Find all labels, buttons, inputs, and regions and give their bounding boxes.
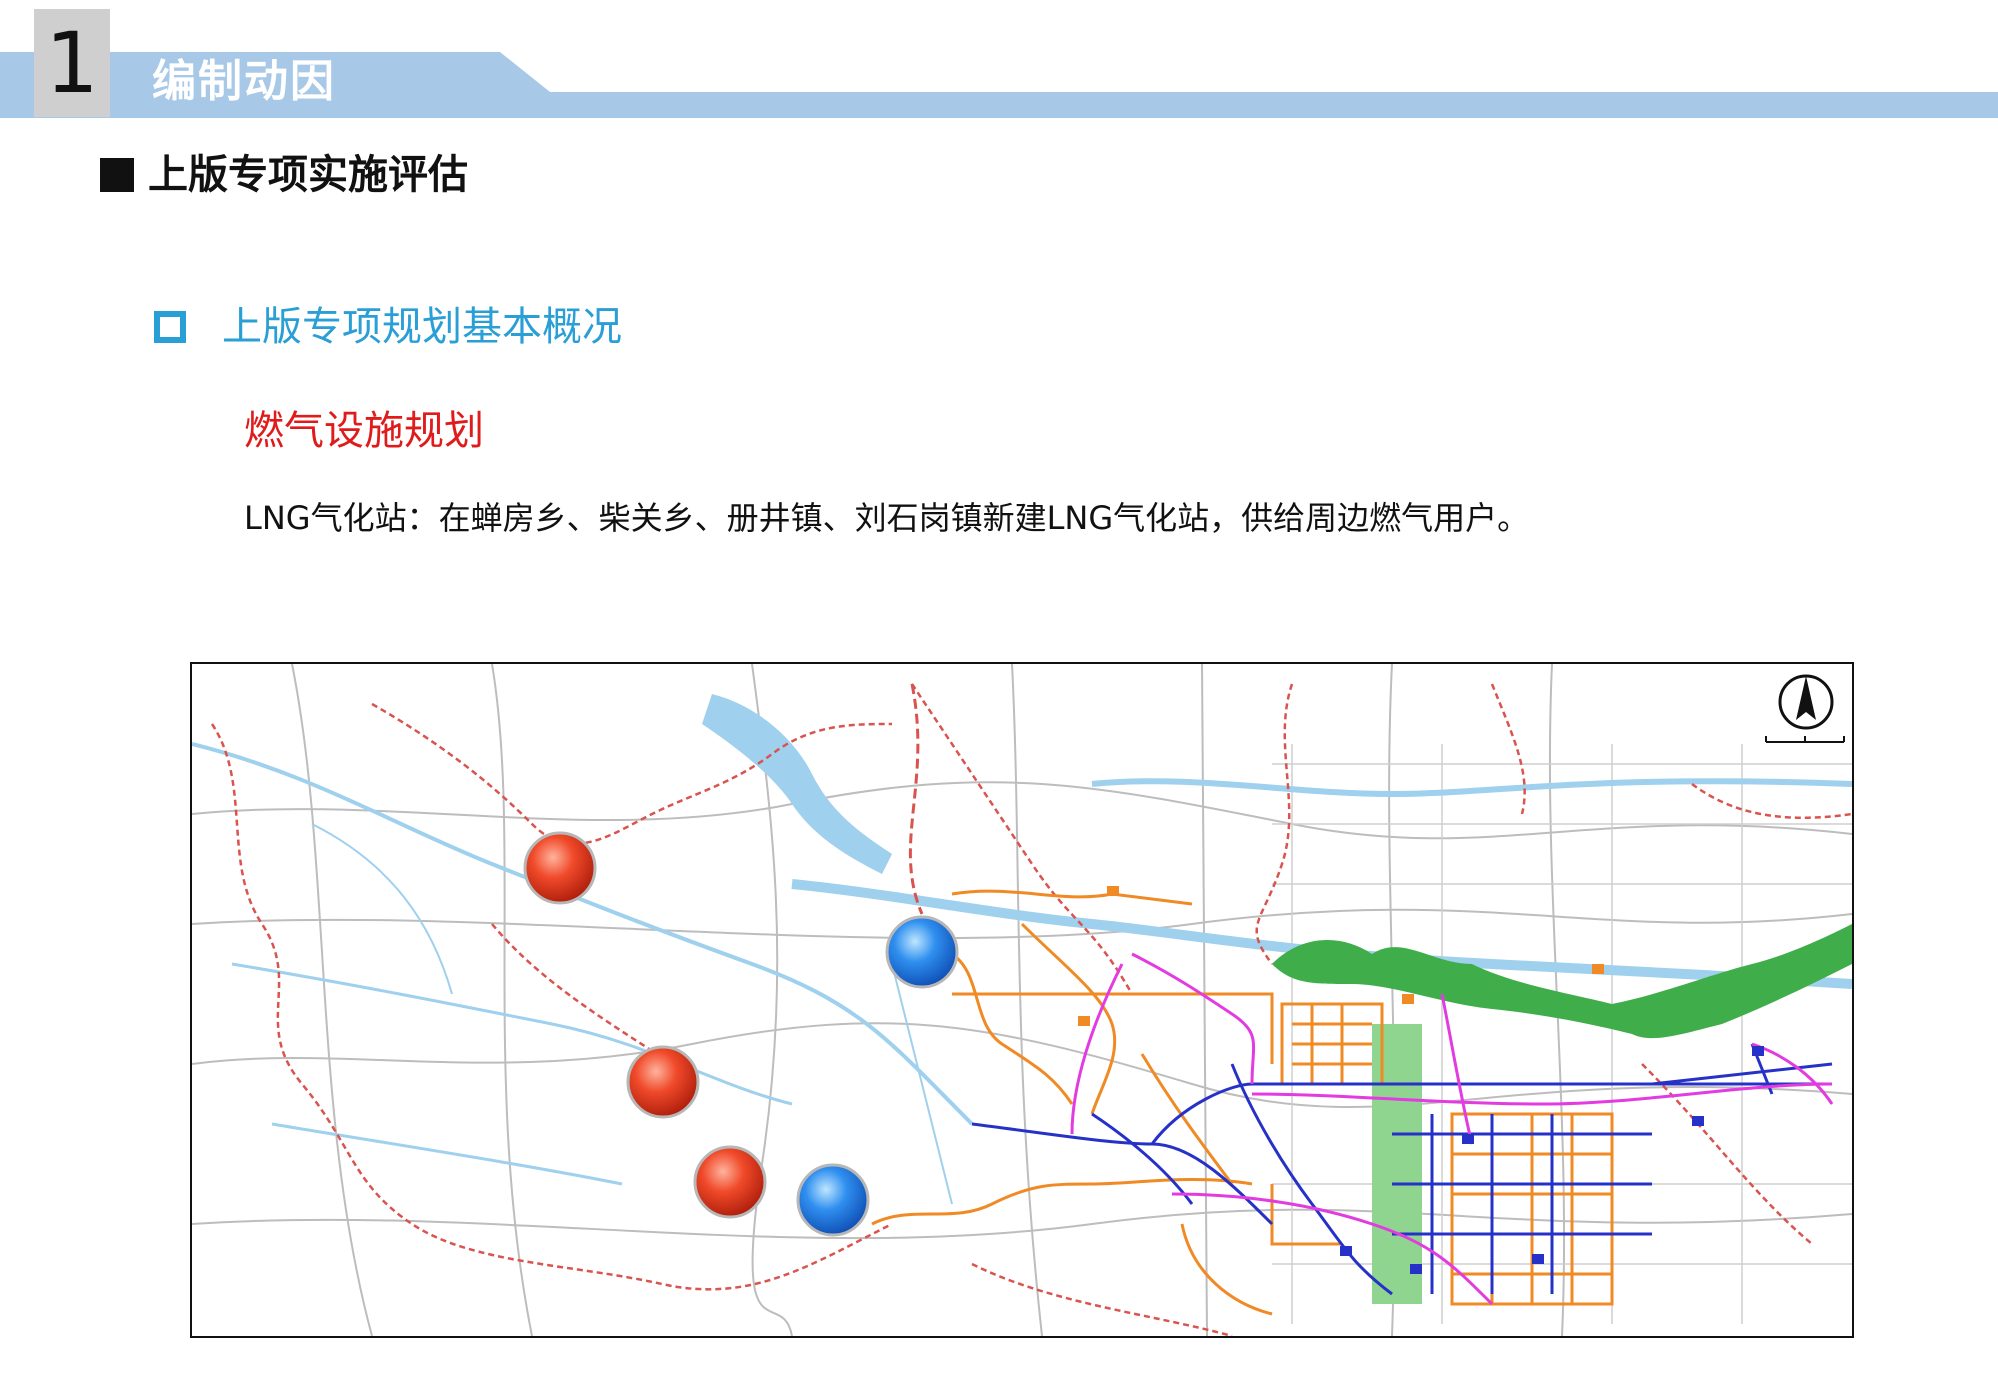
reservoir [702, 694, 892, 874]
section-title: 编制动因 [152, 56, 336, 107]
gas-facility-map [190, 662, 1854, 1338]
heading-evaluation-text: 上版专项实施评估 [148, 152, 468, 198]
black-square-bullet-icon [100, 158, 134, 192]
green-zone-south [1372, 1024, 1422, 1304]
hollow-square-bullet-icon [154, 311, 186, 343]
red-station-marker-2 [626, 1045, 700, 1119]
red-station-marker-3 [693, 1145, 767, 1219]
heading-gas-facility: 燃气设施规划 [244, 408, 484, 454]
blue-station-marker-1 [885, 915, 959, 989]
north-arrow-icon [1765, 674, 1845, 743]
section-number: 1 [34, 9, 110, 117]
heading-overview: 上版专项规划基本概况 [154, 300, 622, 354]
heading-evaluation: 上版专项实施评估 [100, 148, 468, 202]
blue-station-marker-2 [796, 1163, 870, 1237]
provincial-boundary [908, 683, 924, 915]
green-zone [1272, 924, 1852, 1039]
heading-overview-text: 上版专项规划基本概况 [222, 304, 622, 350]
red-station-marker-1 [523, 831, 597, 905]
lng-station-description: LNG气化站：在蝉房乡、柴关乡、册井镇、刘石岗镇新建LNG气化站，供给周边燃气用… [244, 499, 1530, 537]
map-canvas [192, 664, 1852, 1336]
